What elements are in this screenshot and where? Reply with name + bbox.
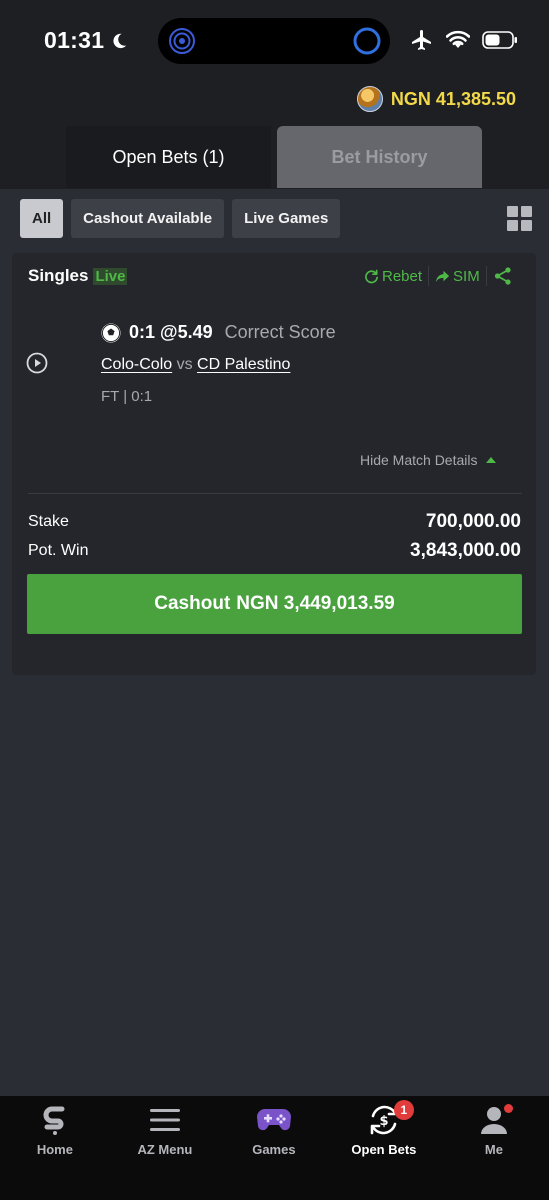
cashout-button[interactable]: Cashout NGN 3,449,013.59 <box>27 574 522 634</box>
match-status: FT | 0:1 <box>101 388 153 405</box>
home-team[interactable]: Colo-Colo <box>101 356 172 373</box>
nav-games[interactable]: Games <box>219 1096 329 1176</box>
airplane-icon <box>412 30 431 50</box>
nav-open-bets[interactable]: $ 1 Open Bets <box>329 1096 439 1176</box>
potwin-label: Pot. Win <box>28 542 89 559</box>
refresh-icon <box>365 269 378 283</box>
bet-type: Singles Live <box>28 266 128 286</box>
action-divider <box>428 266 430 286</box>
activity-ring-icon <box>353 27 381 55</box>
balance-coin-icon <box>356 86 383 112</box>
tab-open-bets[interactable]: Open Bets (1) <box>66 126 271 188</box>
open-bets-badge: 1 <box>393 1100 414 1120</box>
share-icon[interactable] <box>493 266 513 286</box>
battery-icon <box>482 31 517 49</box>
bet-type-label: Singles <box>28 266 89 285</box>
nav-home-label: Home <box>36 1142 73 1157</box>
tab-bet-history[interactable]: Bet History <box>277 126 482 188</box>
filter-all[interactable]: All <box>20 199 64 238</box>
nav-az-menu-label: AZ Menu <box>137 1142 193 1157</box>
bet-actions: Rebet SIM <box>364 266 513 286</box>
status-icons <box>410 28 518 52</box>
sim-button[interactable]: SIM <box>435 268 480 285</box>
notification-dot <box>503 1104 513 1113</box>
status-time: 01:31 <box>44 27 128 54</box>
play-circle-icon[interactable] <box>26 352 48 374</box>
hide-match-details-button[interactable]: Hide Match Details <box>360 452 496 468</box>
caret-up-icon <box>485 457 496 463</box>
sim-label: SIM <box>453 267 480 285</box>
hamburger-menu-icon <box>149 1109 180 1131</box>
filter-chips: All Cashout Available Live Games <box>20 199 341 238</box>
vs-label: vs <box>176 356 193 373</box>
nav-me-label: Me <box>484 1142 503 1157</box>
nav-home[interactable]: Home <box>0 1096 110 1176</box>
potwin-value: 3,843,000.00 <box>410 540 521 561</box>
pick-row: 0:1 @5.49 Correct Score <box>101 322 336 343</box>
divider <box>28 493 522 494</box>
dynamic-island <box>158 18 390 64</box>
nav-games-label: Games <box>252 1142 296 1157</box>
balance-amount: NGN 41,385.50 <box>390 88 516 109</box>
bets-tabs: Open Bets (1) Bet History <box>66 126 483 188</box>
match-name[interactable]: Colo-Colo vs CD Palestino <box>101 356 290 374</box>
rebet-label: Rebet <box>382 267 423 285</box>
time-text: 01:31 <box>44 27 105 53</box>
nav-open-bets-label: Open Bets <box>351 1142 417 1157</box>
account-balance[interactable]: NGN 41,385.50 <box>356 86 516 112</box>
market-name: Correct Score <box>224 322 336 342</box>
filter-live-games[interactable]: Live Games <box>232 199 341 238</box>
stake-label: Stake <box>28 513 69 530</box>
nav-me[interactable]: Me <box>439 1096 549 1176</box>
airdrop-icon <box>169 28 195 54</box>
gamepad-icon <box>256 1109 291 1131</box>
action-divider <box>485 266 487 286</box>
bottom-nav: Home AZ Menu Games $ 1 Open Bets Me <box>0 1096 549 1200</box>
crescent-moon-icon <box>113 33 127 48</box>
away-team[interactable]: CD Palestino <box>197 356 290 373</box>
pick-selection: 0:1 @5.49 <box>129 322 213 342</box>
sportybet-logo-icon <box>43 1106 65 1135</box>
cashout-amount: NGN 3,449,013.59 <box>236 593 395 614</box>
live-badge: Live <box>93 267 128 285</box>
forward-arrow-icon <box>435 270 450 282</box>
soccer-ball-icon <box>101 323 121 342</box>
filter-cashout-available[interactable]: Cashout Available <box>71 199 225 238</box>
grid-view-icon[interactable] <box>507 206 532 231</box>
wifi-icon <box>446 30 470 48</box>
nav-az-menu[interactable]: AZ Menu <box>110 1096 220 1176</box>
cashout-prefix: Cashout <box>154 593 231 614</box>
stake-value: 700,000.00 <box>425 511 521 532</box>
hide-details-label: Hide Match Details <box>360 452 478 468</box>
rebet-button[interactable]: Rebet <box>364 268 422 285</box>
svg-text:$: $ <box>379 1114 388 1129</box>
